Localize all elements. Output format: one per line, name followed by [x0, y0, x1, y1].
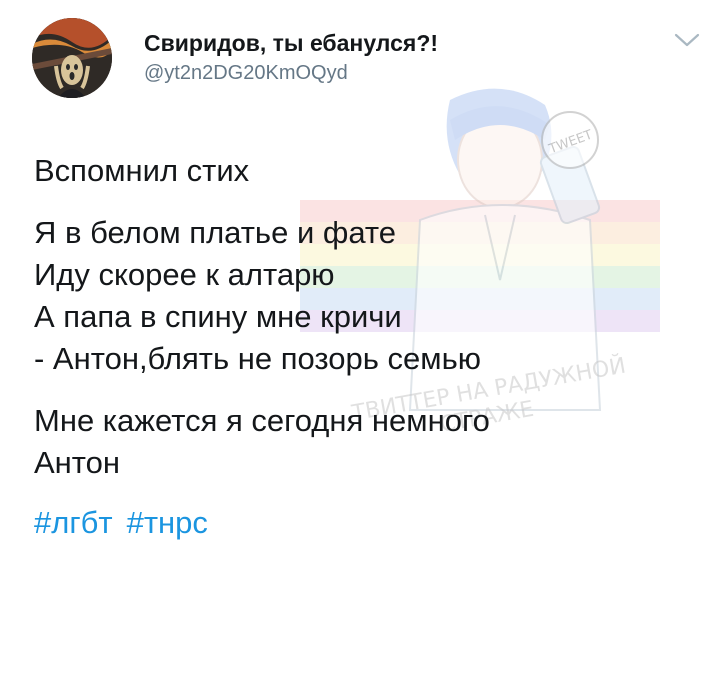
scream-painting-avatar-icon	[32, 18, 112, 98]
tweet-line: Иду скорее к алтарю	[34, 257, 335, 292]
hashtags: #лгбт #тнрс	[34, 502, 684, 544]
tweet-text: Вспомнил стих Я в белом платье и фате Ид…	[34, 150, 684, 544]
tweet: Свиридов, ты ебанулся?! @yt2n2DG20KmOQyd…	[0, 0, 720, 682]
tweet-line: Мне кажется я сегодня немного	[34, 403, 490, 438]
hashtag-link[interactable]: #тнрс	[127, 505, 208, 540]
tweet-line: Я в белом платье и фате	[34, 215, 397, 250]
tweet-header: Свиридов, ты ебанулся?! @yt2n2DG20KmOQyd	[32, 18, 700, 98]
tweet-line: Вспомнил стих	[34, 153, 250, 188]
hashtag-link[interactable]: #лгбт	[34, 505, 113, 540]
chevron-down-icon	[674, 33, 700, 47]
poem-block: Я в белом платье и фате Иду скорее к алт…	[34, 212, 684, 380]
user-handle[interactable]: @yt2n2DG20KmOQyd	[144, 62, 348, 85]
tweet-menu-button[interactable]	[672, 28, 702, 52]
avatar[interactable]	[32, 18, 112, 98]
tweet-line: - Антон,блять не позорь семью	[34, 341, 481, 376]
tweet-line: Антон	[34, 445, 121, 480]
tweet-line: А папа в спину мне кричи	[34, 299, 402, 334]
display-name[interactable]: Свиридов, ты ебанулся?!	[144, 30, 438, 57]
